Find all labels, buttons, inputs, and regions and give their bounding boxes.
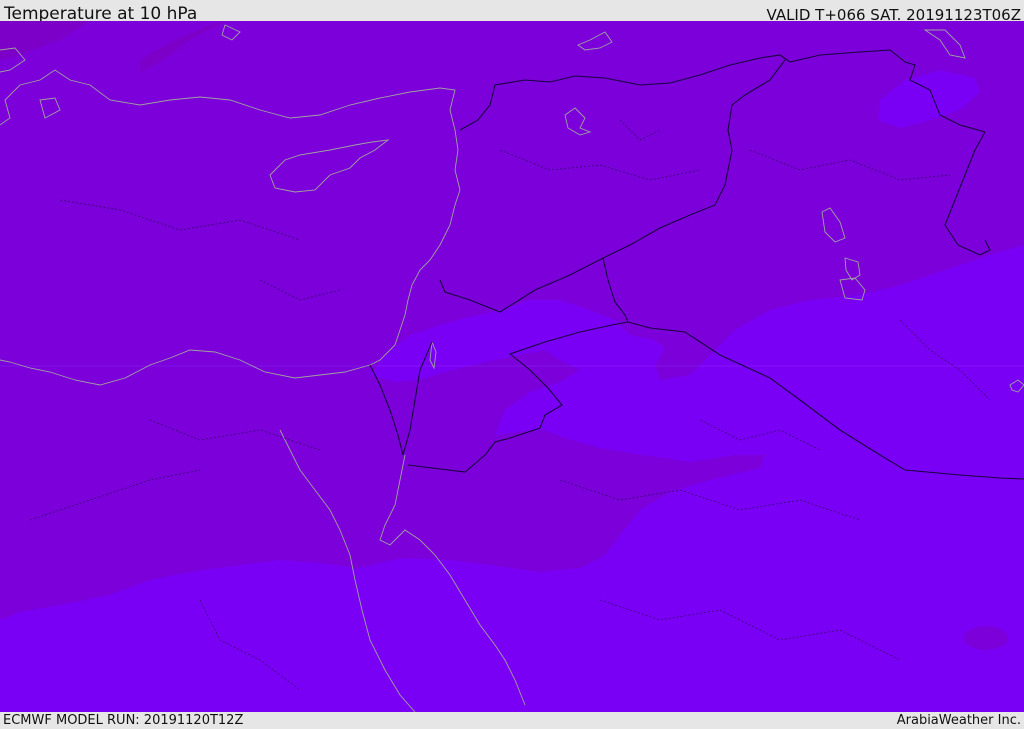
- model-run-label: ECMWF MODEL RUN: 20191120T12Z: [3, 713, 244, 728]
- weather-map[interactable]: [0, 21, 1024, 712]
- warm-patch-southeast: [964, 626, 1008, 650]
- credit-label: ArabiaWeather Inc.: [896, 713, 1021, 728]
- footer-bar: ECMWF MODEL RUN: 20191120T12Z ArabiaWeat…: [0, 712, 1024, 729]
- header-bar: Temperature at 10 hPa VALID T+066 SAT. 2…: [0, 0, 1024, 24]
